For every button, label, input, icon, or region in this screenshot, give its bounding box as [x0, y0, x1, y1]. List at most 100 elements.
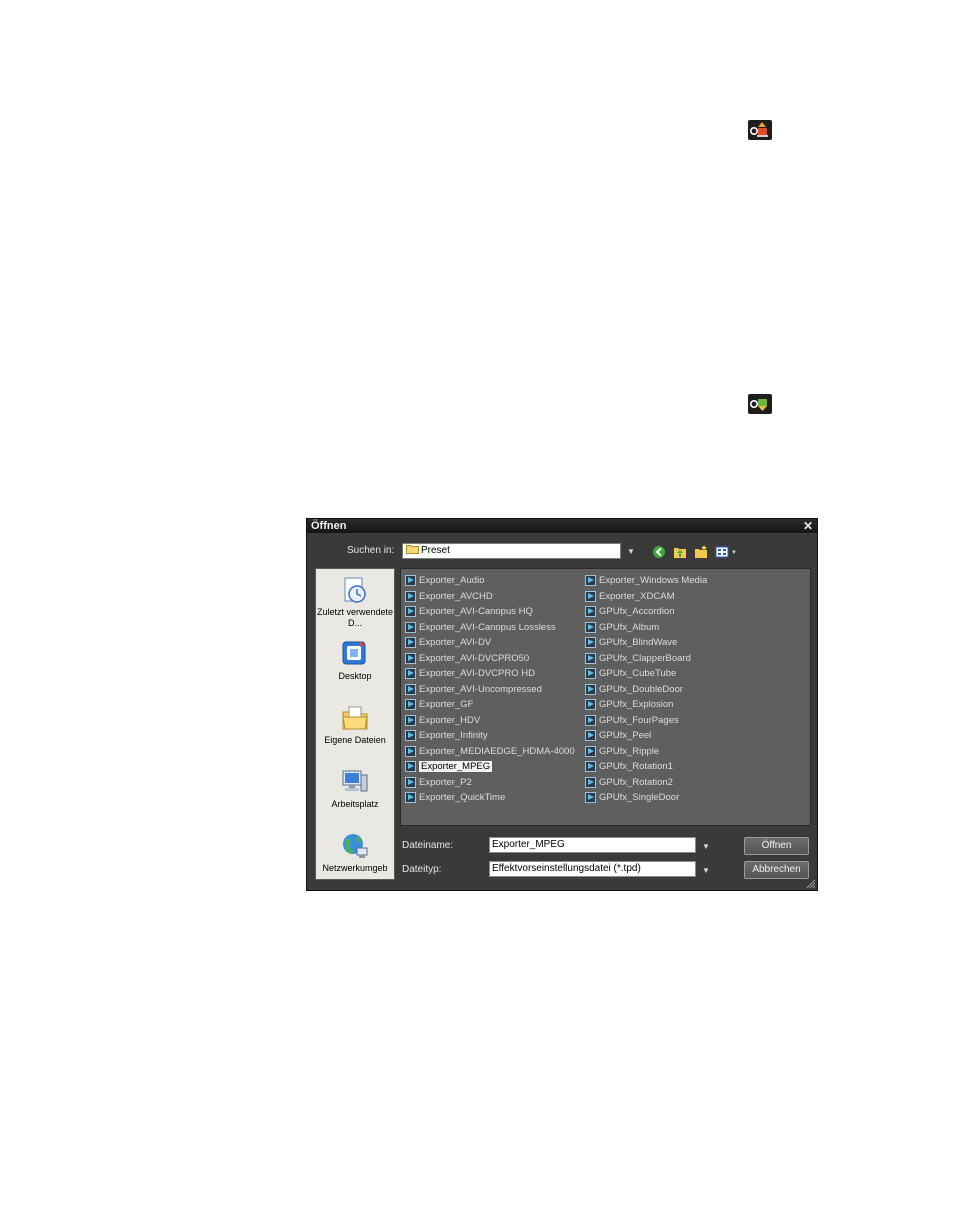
file-item[interactable]: GPUfx_Accordion — [584, 605, 675, 619]
preset-file-icon — [405, 683, 416, 695]
chevron-down-icon[interactable]: ▼ — [627, 547, 635, 557]
filename-input[interactable]: Exporter_MPEG — [489, 837, 696, 853]
filetype-label: Dateityp: — [402, 864, 442, 875]
my-documents-icon — [342, 706, 368, 730]
file-item[interactable]: Exporter_AVCHD — [404, 590, 493, 604]
file-name: Exporter_QuickTime — [419, 792, 506, 803]
place-my-computer[interactable]: Arbeitsplatz — [316, 767, 394, 810]
file-item[interactable]: Exporter_AVI-DVCPRO HD — [404, 667, 535, 681]
file-item[interactable]: Exporter_Infinity — [404, 729, 488, 743]
resize-grip-icon[interactable] — [806, 879, 816, 889]
file-item[interactable]: GPUfx_Peel — [584, 729, 651, 743]
preset-file-icon — [585, 683, 596, 695]
preset-file-icon — [585, 637, 596, 648]
look-in-select[interactable]: Preset — [402, 543, 621, 559]
file-item[interactable]: Exporter_Windows Media — [584, 574, 707, 588]
place-network[interactable]: Netzwerkumgeb — [316, 831, 394, 874]
places-bar: Zuletzt verwendete D... Desktop Eigene D… — [315, 568, 395, 880]
file-name: GPUfx_ClapperBoard — [599, 652, 691, 664]
file-name: GPUfx_Rotation1 — [599, 761, 673, 772]
file-item[interactable]: GPUfx_Rotation2 — [584, 776, 673, 790]
filetype-select[interactable]: Effektvorseinstellungsdatei (*.tpd) — [489, 861, 696, 877]
file-item[interactable]: Exporter_Audio — [404, 574, 484, 588]
place-desktop[interactable]: Desktop — [316, 639, 394, 682]
preset-file-icon — [585, 761, 596, 772]
file-item[interactable]: Exporter_AVI-Canopus Lossless — [404, 621, 556, 635]
preset-file-icon — [405, 637, 416, 648]
open-file-dialog: Öffnen ✕ Suchen in: Preset ▼ ▼ Zuletzt v… — [306, 518, 818, 891]
place-label: Desktop — [338, 671, 372, 681]
preset-file-icon — [405, 621, 416, 633]
file-name: Exporter_Infinity — [419, 730, 488, 741]
file-list[interactable]: Exporter_Audio Exporter_AVCHD Exporter_AVI… — [400, 568, 811, 826]
file-item[interactable]: Exporter_AVI-DV — [404, 636, 491, 650]
close-icon[interactable]: ✕ — [803, 519, 813, 533]
file-name: GPUfx_Rotation2 — [599, 776, 673, 788]
file-name: Exporter_AVCHD — [419, 590, 493, 602]
preset-file-icon — [405, 761, 416, 772]
preset-file-icon — [585, 621, 596, 633]
up-folder-icon[interactable] — [673, 545, 687, 559]
filename-label: Dateiname: — [402, 840, 454, 851]
preset-file-icon — [585, 699, 596, 710]
preset-file-icon — [585, 575, 596, 586]
file-item[interactable]: GPUfx_ClapperBoard — [584, 652, 691, 666]
file-item[interactable]: GPUfx_DoubleDoor — [584, 683, 683, 697]
view-dropdown-icon[interactable]: ▼ — [731, 548, 737, 558]
folder-icon — [406, 545, 419, 554]
file-name: GPUfx_BlindWave — [599, 637, 678, 648]
file-name: GPUfx_FourPages — [599, 714, 679, 726]
file-item[interactable]: Exporter_HDV — [404, 714, 480, 728]
file-name: Exporter_Windows Media — [599, 575, 708, 586]
preset-file-icon — [405, 575, 416, 586]
export-preset-icon — [748, 120, 772, 140]
file-name: Exporter_AVI-Uncompressed — [419, 683, 542, 695]
my-computer-icon — [342, 770, 368, 792]
preset-file-icon — [405, 590, 416, 602]
file-item[interactable]: Exporter_P2 — [404, 776, 472, 790]
file-item[interactable]: Exporter_MEDIAEDGE_HDMA-4000 — [404, 745, 575, 759]
place-my-documents[interactable]: Eigene Dateien — [316, 703, 394, 746]
file-item[interactable]: GPUfx_CubeTube — [584, 667, 676, 681]
place-label: Arbeitsplatz — [331, 799, 379, 809]
place-label: Zuletzt verwendete D... — [316, 607, 394, 628]
file-item[interactable]: GPUfx_Ripple — [584, 745, 659, 759]
file-item[interactable]: Exporter_XDCAM — [584, 590, 675, 604]
preset-file-icon — [405, 606, 416, 617]
preset-file-icon — [585, 714, 596, 726]
file-name: Exporter_P2 — [419, 776, 472, 788]
file-item[interactable]: Exporter_AVI-Uncompressed — [404, 683, 542, 697]
file-item[interactable]: Exporter_AVI-DVCPRO50 — [404, 652, 529, 666]
recent-documents-icon — [344, 577, 366, 603]
file-name: Exporter_XDCAM — [599, 590, 675, 602]
file-name: GPUfx_Explosion — [599, 699, 674, 710]
place-recent[interactable]: Zuletzt verwendete D... — [316, 575, 394, 629]
back-icon[interactable] — [652, 545, 666, 559]
file-item[interactable]: Exporter_GF — [404, 698, 473, 712]
file-item[interactable]: Exporter_MPEG — [404, 760, 493, 774]
preset-file-icon — [405, 714, 416, 726]
preset-file-icon — [405, 776, 416, 788]
new-folder-icon[interactable] — [694, 545, 708, 559]
open-button[interactable]: Öffnen — [744, 837, 809, 855]
dialog-title: Öffnen — [311, 520, 347, 532]
filename-dropdown-icon[interactable]: ▼ — [702, 842, 710, 852]
file-name: Exporter_Audio — [419, 575, 485, 586]
file-item[interactable]: GPUfx_SingleDoor — [584, 791, 679, 805]
filetype-dropdown-icon[interactable]: ▼ — [702, 866, 710, 876]
dialog-titlebar[interactable]: Öffnen ✕ — [307, 519, 817, 533]
file-item[interactable]: GPUfx_BlindWave — [584, 636, 677, 650]
file-name: Exporter_GF — [419, 699, 474, 710]
preset-file-icon — [585, 606, 596, 617]
file-item[interactable]: Exporter_QuickTime — [404, 791, 505, 805]
cancel-button[interactable]: Abbrechen — [744, 861, 809, 879]
file-name: Exporter_AVI-DV — [419, 637, 492, 648]
file-item[interactable]: GPUfx_Album — [584, 621, 659, 635]
file-item[interactable]: GPUfx_Rotation1 — [584, 760, 673, 774]
view-menu-icon[interactable] — [715, 545, 729, 559]
preset-file-icon — [405, 668, 416, 679]
file-item[interactable]: GPUfx_Explosion — [584, 698, 673, 712]
file-item[interactable]: GPUfx_FourPages — [584, 714, 679, 728]
file-name: Exporter_MEDIAEDGE_HDMA-4000 — [419, 745, 575, 757]
file-item[interactable]: Exporter_AVI-Canopus HQ — [404, 605, 533, 619]
